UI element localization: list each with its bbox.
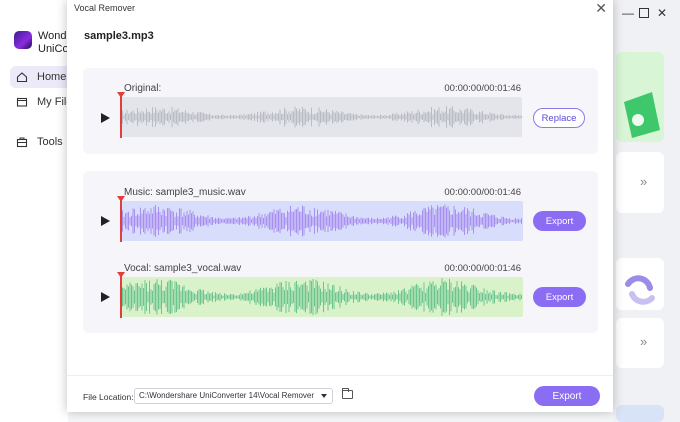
play-music-button[interactable] <box>99 215 111 227</box>
sidebar-item-label: Tools <box>37 136 63 148</box>
vocal-remover-dialog: Vocal Remover ✕ sample3.mp3 Original: 00… <box>67 0 613 412</box>
dialog-title: Vocal Remover <box>74 3 136 13</box>
music-waveform[interactable] <box>121 201 523 241</box>
export-vocal-button[interactable]: Export <box>533 287 586 307</box>
file-name: sample3.mp3 <box>84 30 154 42</box>
vocal-playhead[interactable] <box>117 272 125 318</box>
original-track-time: 00:00:00/00:01:46 <box>444 83 521 94</box>
app-name-line1: Wonde <box>38 30 68 42</box>
export-music-button[interactable]: Export <box>533 211 586 231</box>
replace-button[interactable]: Replace <box>533 108 585 128</box>
feature-card[interactable] <box>616 258 664 310</box>
chevron-right-icon: » <box>640 174 648 189</box>
original-playhead[interactable] <box>117 92 125 138</box>
sidebar-item-label: Home <box>37 71 67 83</box>
separated-tracks-panel: Music: sample3_music.wav 00:00:00/00:01:… <box>83 171 598 333</box>
file-location-value: C:\Wondershare UniConverter 14\Vocal Rem… <box>139 391 315 400</box>
close-icon[interactable]: ✕ <box>657 6 667 20</box>
music-playhead[interactable] <box>117 196 125 242</box>
folder-icon[interactable] <box>342 388 353 399</box>
feature-card[interactable]: » <box>616 318 664 368</box>
sidebar-item-tools[interactable]: Tools <box>10 131 68 153</box>
home-icon <box>16 71 28 83</box>
toolbox-icon <box>16 136 28 148</box>
music-track-label: Music: sample3_music.wav <box>124 187 246 198</box>
maximize-icon[interactable] <box>639 6 649 21</box>
music-track-time: 00:00:00/00:01:46 <box>444 187 521 198</box>
chevron-right-icon: » <box>640 334 648 349</box>
app-logo-icon <box>14 31 32 49</box>
vocal-track-label: Vocal: sample3_vocal.wav <box>124 263 242 274</box>
app-name: Wonde UniConv <box>38 30 68 56</box>
sidebar-item-my-files[interactable]: My Files <box>10 91 68 113</box>
sidebar-item-label: My Files <box>37 96 68 108</box>
vocal-waveform[interactable] <box>121 277 523 317</box>
file-location-label: File Location: <box>83 392 134 402</box>
files-icon <box>16 96 28 108</box>
close-icon[interactable]: ✕ <box>595 0 607 16</box>
app-sidebar: Wonde UniConv Home My Files Tools <box>0 0 68 422</box>
feature-card[interactable] <box>616 52 664 142</box>
feature-card[interactable] <box>616 405 664 422</box>
play-original-button[interactable] <box>99 112 111 124</box>
minimize-icon[interactable]: — <box>622 6 634 20</box>
app-name-line2: UniConv <box>38 43 68 55</box>
original-track-label: Original: <box>124 83 162 94</box>
original-track-panel: Original: 00:00:00/00:01:46 Replace <box>83 68 598 154</box>
chevron-down-icon <box>321 394 327 398</box>
export-button[interactable]: Export <box>534 386 600 406</box>
play-vocal-button[interactable] <box>99 291 111 303</box>
original-waveform[interactable] <box>121 97 522 137</box>
vocal-track-time: 00:00:00/00:01:46 <box>444 263 521 274</box>
sidebar-item-home[interactable]: Home <box>10 66 68 88</box>
feature-card[interactable]: » <box>616 152 664 213</box>
file-location-select[interactable]: C:\Wondershare UniConverter 14\Vocal Rem… <box>134 388 333 404</box>
dialog-footer: File Location: C:\Wondershare UniConvert… <box>67 375 613 412</box>
